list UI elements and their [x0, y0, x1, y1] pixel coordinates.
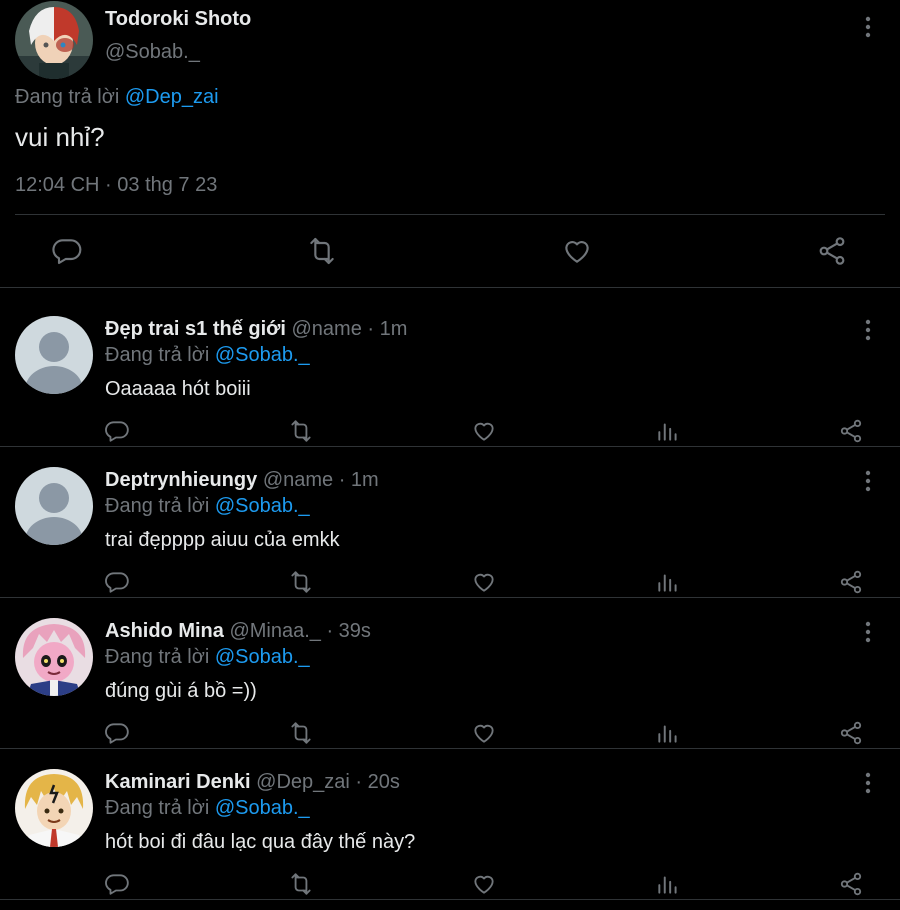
- reply-text: đúng gùi á bồ =)): [105, 680, 257, 702]
- reply-handle-time[interactable]: @name · 1m: [292, 318, 408, 340]
- replying-to-link[interactable]: @Sobab._: [215, 646, 310, 668]
- more-options-icon[interactable]: [858, 771, 878, 795]
- author-avatar[interactable]: [15, 1, 93, 79]
- reply-header: Kaminari Denki @Dep_zai · 20s: [105, 771, 400, 794]
- reply-header: Đẹp trai s1 thế giới @name · 1m: [105, 318, 407, 341]
- reply-handle-time[interactable]: @Minaa._ · 39s: [229, 620, 370, 642]
- share-icon[interactable]: [816, 235, 848, 267]
- more-options-icon[interactable]: [858, 469, 878, 493]
- reply-tweet[interactable]: Đẹp trai s1 thế giới @name · 1m Đang trả…: [0, 296, 900, 447]
- share-icon[interactable]: [838, 418, 864, 444]
- replying-to: Đang trả lời @Dep_zai: [15, 86, 219, 109]
- reply-header: Ashido Mina @Minaa._ · 39s: [105, 620, 371, 643]
- reply-text: hót boi đi đâu lạc qua đây thế này?: [105, 831, 416, 853]
- replying-prefix: Đang trả lời: [105, 344, 210, 366]
- reply-author-name[interactable]: Kaminari Denki: [105, 771, 251, 793]
- replying-to-link[interactable]: @Dep_zai: [125, 86, 219, 108]
- more-options-icon[interactable]: [858, 318, 878, 342]
- like-icon[interactable]: [471, 418, 497, 444]
- reply-tweet[interactable]: Deptrynhieungy @name · 1m Đang trả lời @…: [0, 447, 900, 598]
- reply-handle-time[interactable]: @Dep_zai · 20s: [256, 771, 400, 793]
- reply-tweet[interactable]: Kaminari Denki @Dep_zai · 20s Đang trả l…: [0, 749, 900, 900]
- main-tweet: Todoroki Shoto @Sobab._ Đang trả lời @De…: [0, 0, 900, 288]
- replying-to: Đang trả lời @Sobab._: [105, 797, 310, 820]
- share-icon[interactable]: [838, 871, 864, 897]
- replying-to-link[interactable]: @Sobab._: [215, 797, 310, 819]
- retweet-icon[interactable]: [288, 720, 314, 746]
- share-icon[interactable]: [838, 720, 864, 746]
- replying-to-link[interactable]: @Sobab._: [215, 344, 310, 366]
- like-icon[interactable]: [471, 720, 497, 746]
- reply-icon[interactable]: [104, 418, 130, 444]
- analytics-icon[interactable]: [655, 418, 681, 444]
- author-name[interactable]: Todoroki Shoto: [105, 8, 251, 31]
- reply-avatar[interactable]: [15, 618, 93, 696]
- replying-prefix: Đang trả lời: [105, 646, 210, 668]
- reply-text: trai đẹpppp aiuu của emkk: [105, 529, 340, 551]
- reply-icon[interactable]: [104, 720, 130, 746]
- reply-tweet[interactable]: Ashido Mina @Minaa._ · 39s Đang trả lời …: [0, 598, 900, 749]
- tweet-timestamp[interactable]: 12:04 CH · 03 thg 7 23: [15, 174, 217, 197]
- replying-to: Đang trả lời @Sobab._: [105, 344, 310, 367]
- reply-avatar[interactable]: [15, 769, 93, 847]
- reply-text: Oaaaaa hót boiii: [105, 378, 251, 400]
- like-icon[interactable]: [561, 235, 593, 267]
- reply-avatar[interactable]: [15, 316, 93, 394]
- replying-to: Đang trả lời @Sobab._: [105, 646, 310, 669]
- reply-icon[interactable]: [51, 235, 83, 267]
- like-icon[interactable]: [471, 569, 497, 595]
- replying-to: Đang trả lời @Sobab._: [105, 495, 310, 518]
- reply-author-name[interactable]: Ashido Mina: [105, 620, 224, 642]
- analytics-icon[interactable]: [655, 871, 681, 897]
- retweet-icon[interactable]: [288, 569, 314, 595]
- more-options-icon[interactable]: [858, 620, 878, 644]
- retweet-icon[interactable]: [306, 235, 338, 267]
- author-handle[interactable]: @Sobab._: [105, 41, 200, 64]
- analytics-icon[interactable]: [655, 720, 681, 746]
- replying-to-link[interactable]: @Sobab._: [215, 495, 310, 517]
- replying-prefix: Đang trả lời: [105, 797, 210, 819]
- reply-author-name[interactable]: Deptrynhieungy: [105, 469, 257, 491]
- reply-icon[interactable]: [104, 871, 130, 897]
- tweet-text: vui nhỉ?: [15, 122, 105, 152]
- reply-author-name[interactable]: Đẹp trai s1 thế giới: [105, 318, 286, 340]
- replying-prefix: Đang trả lời: [15, 86, 120, 108]
- analytics-icon[interactable]: [655, 569, 681, 595]
- like-icon[interactable]: [471, 871, 497, 897]
- replying-prefix: Đang trả lời: [105, 495, 210, 517]
- share-icon[interactable]: [838, 569, 864, 595]
- retweet-icon[interactable]: [288, 418, 314, 444]
- retweet-icon[interactable]: [288, 871, 314, 897]
- reply-handle-time[interactable]: @name · 1m: [263, 469, 379, 491]
- reply-header: Deptrynhieungy @name · 1m: [105, 469, 379, 492]
- reply-icon[interactable]: [104, 569, 130, 595]
- divider: [15, 214, 885, 215]
- reply-avatar[interactable]: [15, 467, 93, 545]
- more-options-icon[interactable]: [858, 15, 878, 39]
